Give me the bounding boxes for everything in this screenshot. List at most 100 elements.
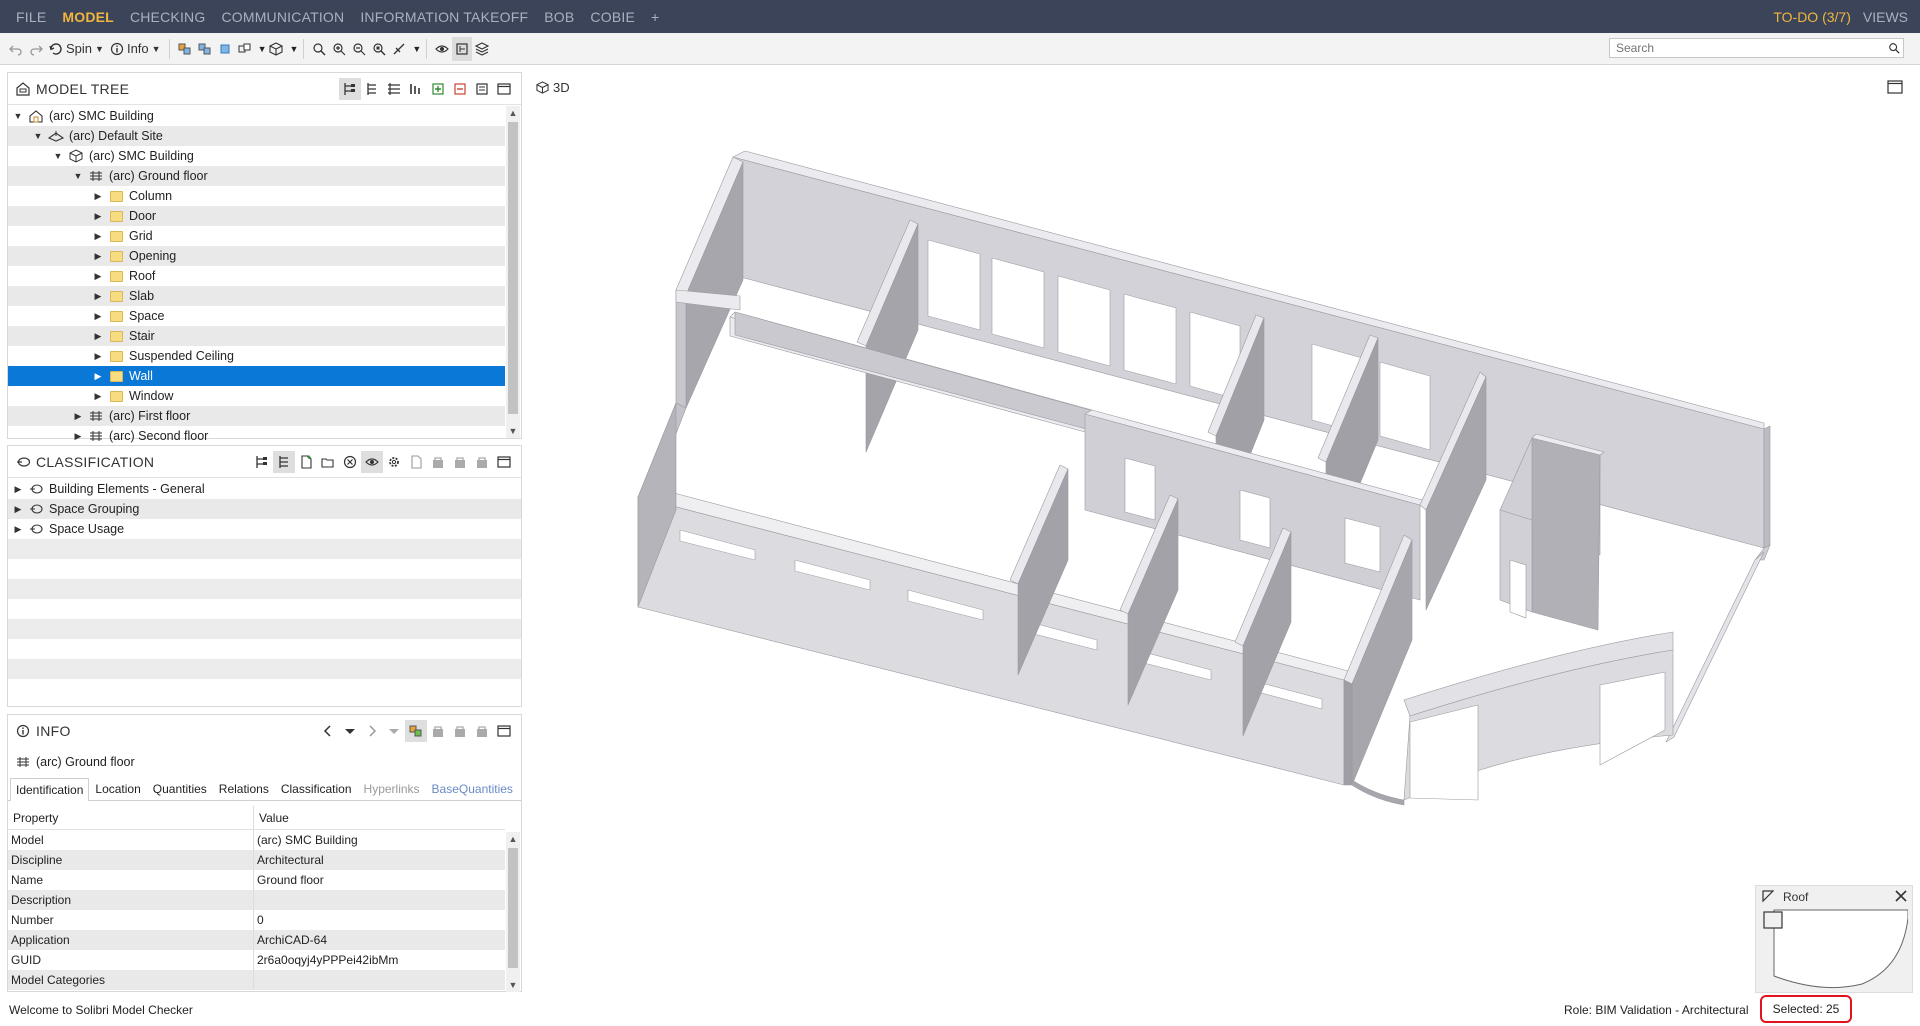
search-icon[interactable] — [1885, 42, 1903, 54]
tree-item[interactable]: ▶ Space — [8, 306, 505, 326]
tree-item[interactable]: ▶ Roof — [8, 266, 505, 286]
tree-list-icon[interactable] — [273, 450, 295, 473]
expand-arrow-icon[interactable]: ▶ — [92, 251, 104, 262]
table-row[interactable]: Name Ground floor — [8, 870, 505, 890]
tree-item[interactable]: ▶ Stair — [8, 326, 505, 346]
table-row[interactable]: Description — [8, 890, 505, 910]
layout-icon[interactable] — [452, 36, 473, 61]
tab-relations[interactable]: Relations — [213, 777, 275, 800]
menu-bob[interactable]: BOB — [536, 9, 582, 25]
expand-arrow-icon[interactable]: ▶ — [92, 271, 104, 282]
tree-item[interactable]: ▶ Door — [8, 206, 505, 226]
chevron-down-icon[interactable]: ▼ — [289, 44, 298, 54]
visibility-icon[interactable] — [235, 37, 255, 61]
expand-arrow-icon[interactable]: ▶ — [92, 231, 104, 242]
expand-arrow-icon[interactable]: ▶ — [12, 524, 24, 535]
cube-view-icon[interactable] — [266, 37, 286, 61]
tree-item[interactable]: ▶ Suspended Ceiling — [8, 346, 505, 366]
maximize-panel-icon[interactable] — [493, 720, 515, 742]
menu-information-takeoff[interactable]: INFORMATION TAKEOFF — [352, 9, 536, 25]
close-icon[interactable] — [1894, 889, 1908, 903]
chevron-down-icon[interactable] — [383, 720, 405, 742]
undo-icon[interactable] — [6, 37, 26, 61]
search-input[interactable] — [1616, 41, 1885, 55]
menu-model[interactable]: MODEL — [54, 9, 122, 25]
tree-item[interactable]: ▶ Window — [8, 386, 505, 406]
tab-hyperlinks[interactable]: Hyperlinks — [358, 777, 426, 800]
maximize-panel-icon[interactable] — [493, 451, 515, 473]
select-objects-icon[interactable] — [175, 37, 195, 61]
tree-item[interactable]: ▶ Column — [8, 186, 505, 206]
minimap-panel[interactable]: Roof — [1755, 885, 1913, 993]
scroll-down-icon[interactable]: ▼ — [506, 424, 520, 438]
lock-icon[interactable] — [471, 720, 493, 742]
tree-list-icon[interactable] — [361, 78, 383, 100]
tree-item[interactable]: ▶ (arc) First floor — [8, 406, 505, 426]
model-tree-scrollbar[interactable]: ▲ ▼ — [506, 106, 520, 438]
expand-arrow-icon[interactable]: ▶ — [72, 431, 84, 442]
zoom-selected-icon[interactable] — [369, 37, 389, 61]
menu-file[interactable]: FILE — [0, 9, 54, 25]
expand-arrow-icon[interactable]: ▶ — [72, 411, 84, 422]
scroll-up-icon[interactable]: ▲ — [506, 832, 520, 846]
table-row[interactable]: Discipline Architectural — [8, 850, 505, 870]
classification-item[interactable]: ▶ Building Elements - General — [8, 479, 521, 499]
info-scrollbar[interactable]: ▲ ▼ — [506, 832, 520, 992]
lock-icon[interactable] — [427, 451, 449, 473]
measure-icon[interactable] — [389, 37, 409, 61]
tree-item[interactable]: ▼ (arc) Default Site — [8, 126, 505, 146]
expand-arrow-icon[interactable]: ▶ — [12, 484, 24, 495]
table-row[interactable]: Model Categories — [8, 970, 505, 990]
tab-classification[interactable]: Classification — [275, 777, 358, 800]
add-layout-button[interactable]: + — [643, 9, 667, 25]
collapse-arrow-icon[interactable]: ▼ — [32, 131, 44, 141]
lock-icon[interactable] — [449, 720, 471, 742]
expand-arrow-icon[interactable]: ▶ — [92, 371, 104, 382]
forward-arrow-icon[interactable] — [361, 720, 383, 742]
expand-corner-icon[interactable] — [1761, 889, 1775, 903]
column-header-property[interactable]: Property — [8, 806, 254, 829]
tree-item[interactable]: ▼ (arc) SMC Building — [8, 106, 505, 126]
new-classification-icon[interactable] — [295, 451, 317, 473]
collapse-arrow-icon[interactable]: ▼ — [12, 111, 24, 121]
tree-item[interactable]: ▶ Grid — [8, 226, 505, 246]
zoom-in-icon[interactable] — [329, 37, 349, 61]
tree-item[interactable]: ▶ Wall — [8, 366, 505, 386]
tree-disciplines-icon[interactable] — [405, 78, 427, 100]
spin-button[interactable]: Spin ▼ — [46, 37, 107, 61]
close-classification-icon[interactable] — [339, 451, 361, 473]
tree-item[interactable]: ▶ Opening — [8, 246, 505, 266]
chevron-down-icon[interactable]: ▼ — [95, 44, 104, 54]
add-model-icon[interactable] — [427, 78, 449, 100]
chevron-down-icon[interactable] — [339, 720, 361, 742]
expand-arrow-icon[interactable]: ▶ — [92, 211, 104, 222]
classify-eye-icon[interactable] — [361, 450, 383, 473]
maximize-panel-icon[interactable] — [493, 78, 515, 100]
expand-arrow-icon[interactable]: ▶ — [92, 331, 104, 342]
tree-floors-icon[interactable] — [383, 78, 405, 100]
tab-location[interactable]: Location — [89, 777, 146, 800]
table-row[interactable]: Application ArchiCAD-64 — [8, 930, 505, 950]
lock-icon[interactable] — [427, 720, 449, 742]
menu-communication[interactable]: COMMUNICATION — [213, 9, 352, 25]
zoom-out-icon[interactable] — [349, 37, 369, 61]
tab-quantities[interactable]: Quantities — [147, 777, 213, 800]
chevron-down-icon[interactable]: ▼ — [258, 44, 267, 54]
collapse-arrow-icon[interactable]: ▼ — [52, 151, 64, 161]
expand-arrow-icon[interactable]: ▶ — [12, 504, 24, 515]
chevron-down-icon[interactable]: ▼ — [412, 44, 421, 54]
scroll-thumb[interactable] — [508, 848, 518, 968]
classification-item[interactable]: ▶ Space Grouping — [8, 499, 521, 519]
tree-item[interactable]: ▶ Slab — [8, 286, 505, 306]
settings-gear-icon[interactable] — [383, 451, 405, 473]
back-arrow-icon[interactable] — [317, 720, 339, 742]
scroll-thumb[interactable] — [508, 122, 518, 414]
layers-icon[interactable] — [472, 37, 492, 61]
table-row[interactable]: Model (arc) SMC Building — [8, 830, 505, 850]
eye-icon[interactable] — [432, 37, 452, 61]
collapse-arrow-icon[interactable]: ▼ — [72, 171, 84, 181]
redo-icon[interactable] — [26, 37, 46, 61]
scroll-down-icon[interactable]: ▼ — [506, 978, 520, 992]
select-related-icon[interactable] — [195, 37, 215, 61]
todo-button[interactable]: TO-DO (3/7) — [1765, 9, 1859, 25]
